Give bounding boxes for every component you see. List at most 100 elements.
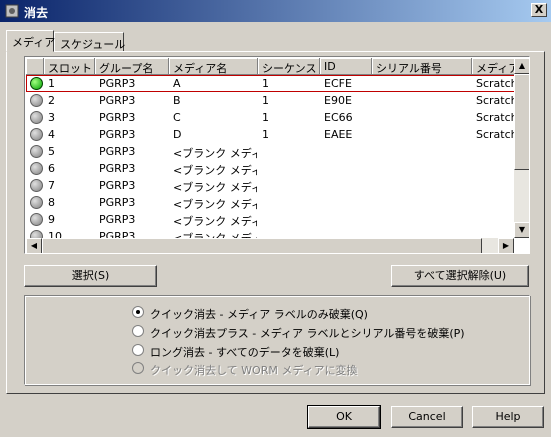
cell-slot: 7 bbox=[48, 179, 55, 192]
cell-id: EAEE bbox=[324, 128, 353, 141]
cell-pool: Scratch bbox=[476, 94, 514, 107]
cell-slot: 6 bbox=[48, 162, 55, 175]
header-media[interactable]: メディア名 bbox=[169, 58, 258, 75]
cell-slot: 2 bbox=[48, 94, 55, 107]
scroll-down-button[interactable]: ▼ bbox=[514, 222, 529, 238]
deselect-all-button[interactable]: すべて選択解除(U) bbox=[391, 265, 529, 287]
radio-indicator[interactable] bbox=[132, 344, 144, 356]
cell-pool: Scratch bbox=[476, 77, 514, 90]
cell-id: EC66 bbox=[324, 111, 353, 124]
cell-media: <ブランク メディア> bbox=[173, 198, 257, 211]
help-button[interactable]: Help bbox=[472, 406, 544, 428]
header-group[interactable]: グループ名 bbox=[95, 58, 169, 75]
tab-schedule[interactable]: スケジュール bbox=[54, 32, 126, 52]
vertical-scroll-thumb[interactable] bbox=[514, 74, 529, 170]
cell-slot: 9 bbox=[48, 213, 55, 226]
tab-media[interactable]: メディア bbox=[6, 30, 56, 52]
cell-slot: 5 bbox=[48, 145, 55, 158]
horizontal-scroll-thumb[interactable] bbox=[42, 238, 482, 253]
cell-media: A bbox=[173, 77, 181, 90]
cell-seq: 1 bbox=[262, 111, 269, 124]
cell-pool: Scratch bbox=[476, 111, 514, 124]
radio-indicator bbox=[132, 362, 144, 374]
radio-label: ロング消去 - すべてのデータを破棄(L) bbox=[150, 346, 340, 359]
cell-seq: 1 bbox=[262, 128, 269, 141]
status-led-icon bbox=[30, 111, 43, 124]
app-gear-icon bbox=[5, 4, 19, 18]
window-title: 消去 bbox=[24, 6, 49, 20]
cell-media: <ブランク メディア> bbox=[173, 181, 257, 194]
table-row[interactable]: 7 PGRP3 <ブランク メディア> bbox=[26, 177, 514, 194]
cell-slot: 8 bbox=[48, 196, 55, 209]
cell-group: PGRP3 bbox=[99, 196, 136, 209]
radio-label: クイック消去して WORM メディアに変換 bbox=[150, 364, 358, 377]
scroll-right-button[interactable]: ▶ bbox=[498, 238, 514, 253]
table-row[interactable]: 2 PGRP3 B 1 E90E Scratch bbox=[26, 92, 514, 109]
header-id[interactable]: ID bbox=[320, 58, 372, 75]
cell-group: PGRP3 bbox=[99, 179, 136, 192]
cell-group: PGRP3 bbox=[99, 94, 136, 107]
cell-media: <ブランク メディア> bbox=[173, 164, 257, 177]
cell-id: ECFE bbox=[324, 77, 352, 90]
cell-group: PGRP3 bbox=[99, 128, 136, 141]
title-bar: 消去 X bbox=[0, 0, 551, 22]
cell-slot: 4 bbox=[48, 128, 55, 141]
cell-seq: 1 bbox=[262, 94, 269, 107]
table-row[interactable]: 8 PGRP3 <ブランク メディア> bbox=[26, 194, 514, 211]
status-led-icon bbox=[30, 162, 43, 175]
table-row[interactable]: 5 PGRP3 <ブランク メディア> bbox=[26, 143, 514, 160]
header-sequence[interactable]: シーケンス bbox=[258, 58, 320, 75]
media-list[interactable]: スロット グループ名 メディア名 シーケンス ID シリアル番号 メディア ブー… bbox=[24, 56, 530, 254]
radio-label: クイック消去プラス - メディア ラベルとシリアル番号を破棄(P) bbox=[150, 327, 465, 340]
ok-button[interactable]: OK bbox=[307, 405, 381, 429]
status-led-icon bbox=[30, 94, 43, 107]
cell-media: C bbox=[173, 111, 181, 124]
header-serial[interactable]: シリアル番号 bbox=[372, 58, 472, 75]
cancel-button[interactable]: Cancel bbox=[391, 406, 463, 428]
cell-media: <ブランク メディア> bbox=[173, 230, 257, 238]
cell-slot: 10 bbox=[48, 230, 62, 238]
table-row[interactable]: 10 PGRP3 <ブランク メディア> bbox=[26, 228, 514, 238]
table-row[interactable]: 3 PGRP3 C 1 EC66 Scratch bbox=[26, 109, 514, 126]
cell-group: PGRP3 bbox=[99, 162, 136, 175]
scroll-left-button[interactable]: ◀ bbox=[26, 238, 42, 253]
select-button[interactable]: 選択(S) bbox=[24, 265, 157, 287]
status-led-icon bbox=[30, 213, 43, 226]
header-pool[interactable]: メディア ブー bbox=[472, 58, 514, 75]
cell-slot: 3 bbox=[48, 111, 55, 124]
status-led-icon bbox=[30, 128, 43, 141]
cell-group: PGRP3 bbox=[99, 213, 136, 226]
status-led-icon bbox=[30, 77, 43, 90]
cell-media: B bbox=[173, 94, 181, 107]
table-row[interactable]: 1 PGRP3 A 1 ECFE Scratch bbox=[26, 75, 514, 92]
header-status[interactable] bbox=[26, 58, 44, 75]
cell-group: PGRP3 bbox=[99, 77, 136, 90]
status-led-icon bbox=[30, 179, 43, 192]
vertical-scrollbar[interactable]: ▲ ▼ bbox=[514, 58, 529, 238]
header-slot[interactable]: スロット bbox=[44, 58, 95, 75]
status-led-icon bbox=[30, 145, 43, 158]
cell-media: <ブランク メディア> bbox=[173, 147, 257, 160]
table-row[interactable]: 4 PGRP3 D 1 EAEE Scratch bbox=[26, 126, 514, 143]
table-row[interactable]: 9 PGRP3 <ブランク メディア> bbox=[26, 211, 514, 228]
radio-indicator[interactable] bbox=[132, 325, 144, 337]
table-row[interactable]: 6 PGRP3 <ブランク メディア> bbox=[26, 160, 514, 177]
tab-schedule-label: スケジュール bbox=[60, 38, 126, 51]
cell-pool: Scratch bbox=[476, 128, 514, 141]
media-list-body: スロット グループ名 メディア名 シーケンス ID シリアル番号 メディア ブー… bbox=[26, 58, 514, 238]
list-header: スロット グループ名 メディア名 シーケンス ID シリアル番号 メディア ブー bbox=[26, 58, 514, 75]
scroll-up-button[interactable]: ▲ bbox=[514, 58, 529, 74]
horizontal-scrollbar[interactable]: ◀ ▶ bbox=[26, 238, 514, 253]
radio-indicator[interactable] bbox=[132, 306, 144, 318]
cell-slot: 1 bbox=[48, 77, 55, 90]
status-led-icon bbox=[30, 196, 43, 209]
cell-id: E90E bbox=[324, 94, 352, 107]
cell-media: D bbox=[173, 128, 182, 141]
status-led-icon bbox=[30, 230, 43, 238]
close-button[interactable]: X bbox=[531, 3, 547, 17]
radio-label: クイック消去 - メディア ラベルのみ破棄(Q) bbox=[150, 308, 368, 321]
tab-media-label: メディア bbox=[12, 36, 56, 49]
cell-group: PGRP3 bbox=[99, 111, 136, 124]
cell-group: PGRP3 bbox=[99, 230, 136, 238]
cell-seq: 1 bbox=[262, 77, 269, 90]
